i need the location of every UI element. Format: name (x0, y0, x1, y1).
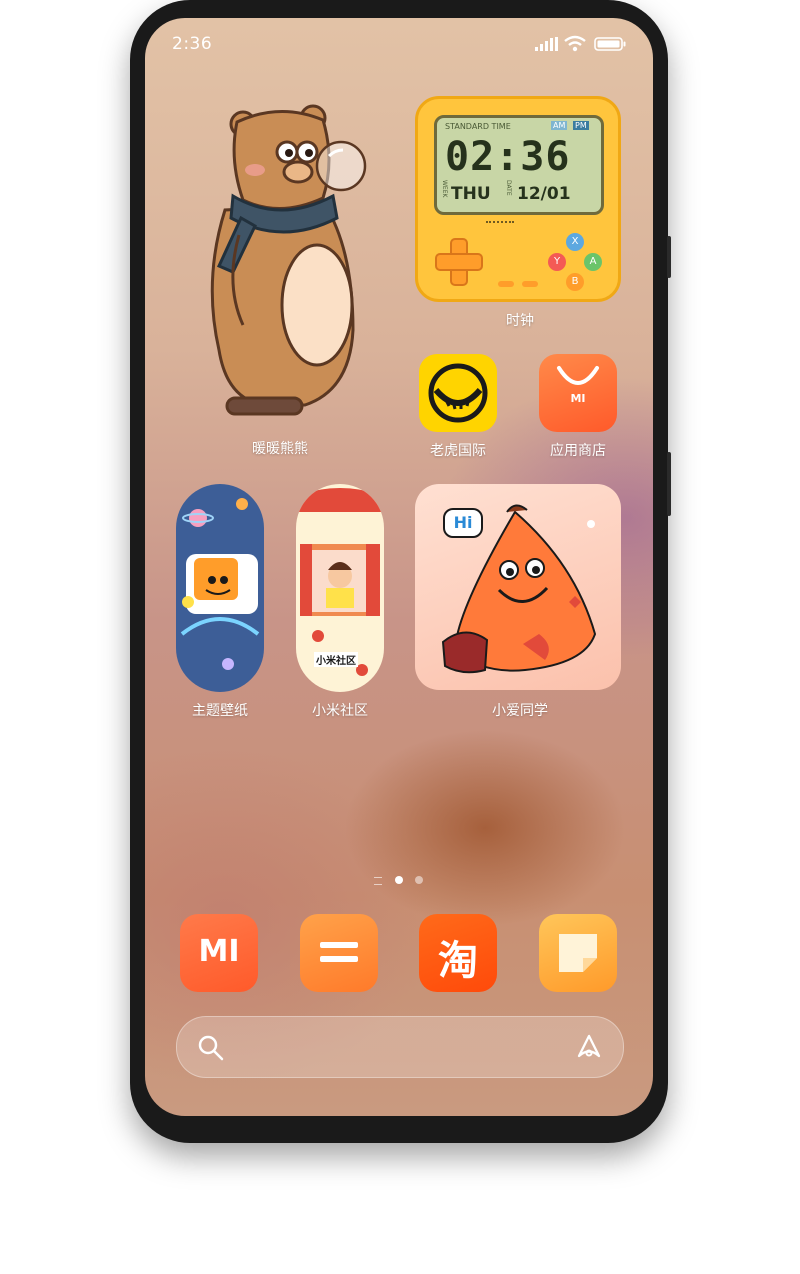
notes-icon (559, 934, 597, 972)
dock-mi-logo: MI (198, 934, 240, 969)
app-store[interactable]: MI (539, 354, 617, 432)
theme-illustration (180, 498, 260, 670)
xiaoai-speech-bubble: Hi (443, 508, 483, 538)
app-tiger[interactable] (419, 354, 497, 432)
search-icon (198, 1035, 224, 1061)
btn-y-icon: Y (548, 253, 566, 271)
xiaoai-widget[interactable]: Hi (415, 484, 621, 690)
dock-mi-app[interactable]: MI (180, 914, 258, 992)
theme-widget[interactable] (176, 484, 264, 692)
power-button (667, 452, 671, 516)
clock-speaker-grille (486, 221, 514, 226)
btn-x-icon: X (566, 233, 584, 251)
dock-taobao-app[interactable]: 淘 (419, 914, 497, 992)
status-time: 2:36 (172, 34, 213, 54)
clock-widget[interactable]: STANDARD TIME AM PM 02:36 WEEK THU DATE … (415, 96, 621, 302)
community-widget-label: 小米社区 (312, 703, 368, 719)
clock-day: THU (451, 184, 491, 204)
search-bar[interactable] (176, 1016, 624, 1078)
xiaoai-widget-label: 小爱同学 (492, 703, 548, 719)
clock-week-label: WEEK (441, 180, 448, 198)
calculator-icon (320, 942, 358, 962)
clock-standard-time: STANDARD TIME (445, 122, 511, 131)
page-dot-active (395, 876, 403, 884)
community-widget[interactable]: 小米社区 (296, 484, 384, 692)
clock-start-button (498, 281, 514, 287)
page-indicator[interactable] (371, 874, 431, 886)
status-bar: 2:36 (145, 18, 653, 70)
assistant-icon[interactable] (575, 1033, 603, 1061)
dock-calculator-app[interactable] (300, 914, 378, 992)
clock-lcd: STANDARD TIME AM PM 02:36 WEEK THU DATE … (434, 115, 604, 215)
home-screen: 2:36 暖暖熊熊 STANDARD TIME AM PM 02:36 WEEK… (145, 18, 653, 1116)
app-store-logo: MI (570, 392, 586, 405)
battery-icon (594, 37, 626, 51)
bear-illustration (210, 104, 367, 416)
wifi-icon (564, 35, 586, 52)
clock-pm: PM (573, 121, 589, 130)
btn-a-icon: A (584, 253, 602, 271)
clock-date-label: DATE (505, 180, 512, 196)
dock-taobao-logo: 淘 (438, 938, 478, 984)
tiger-icon (428, 363, 488, 423)
dpad-icon (435, 238, 483, 286)
clock-am: AM (551, 121, 568, 130)
theme-widget-label: 主题壁纸 (192, 703, 248, 719)
clock-date: 12/01 (517, 184, 571, 204)
dock-notes-app[interactable] (539, 914, 617, 992)
community-sign: 小米社区 (314, 652, 358, 667)
signal-icon (535, 37, 558, 51)
volume-button (667, 236, 671, 278)
clock-time: 02:36 (445, 134, 571, 180)
app-store-label: 应用商店 (550, 443, 606, 459)
clock-widget-label: 时钟 (506, 313, 534, 329)
bear-widget[interactable] (185, 100, 385, 420)
btn-b-icon: B (566, 273, 584, 291)
page-dot (415, 876, 423, 884)
clock-select-button (522, 281, 538, 287)
bear-widget-label: 暖暖熊熊 (252, 441, 308, 457)
app-tiger-label: 老虎国际 (430, 443, 486, 459)
page-indicator-feed-icon (374, 877, 382, 885)
